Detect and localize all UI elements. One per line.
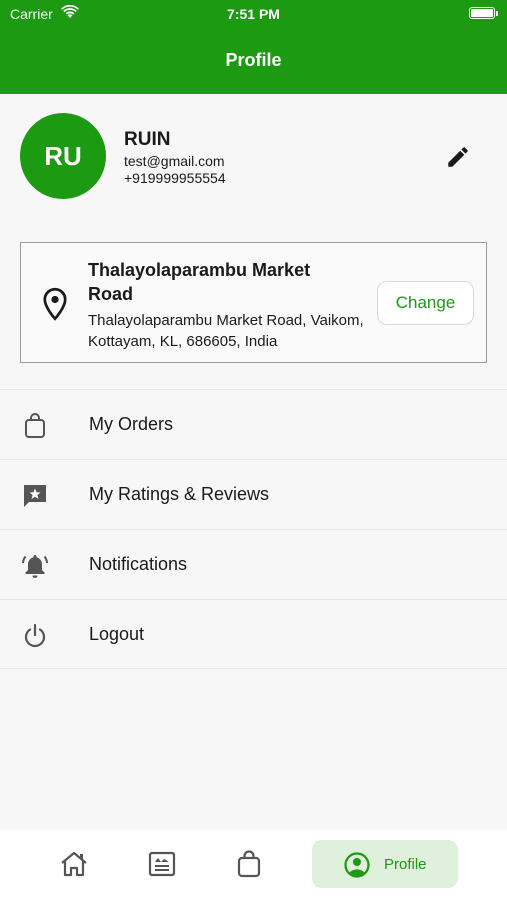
profile-icon xyxy=(344,852,370,878)
nav-label-profile: Profile xyxy=(384,856,427,873)
profile-phone: +919999955554 xyxy=(124,170,226,186)
profile-summary: RU RUIN test@gmail.com +919999955554 xyxy=(0,112,507,202)
edit-pencil-icon[interactable] xyxy=(445,144,471,170)
profile-menu: My Orders My Ratings & Reviews Notificat… xyxy=(0,389,507,669)
menu-label: Notifications xyxy=(89,554,188,574)
battery-icon xyxy=(469,7,498,19)
profile-name: RUIN xyxy=(124,129,171,150)
home-icon[interactable] xyxy=(59,849,89,879)
news-icon[interactable] xyxy=(147,849,177,879)
bag-icon xyxy=(25,413,45,438)
avatar: RU xyxy=(20,113,106,199)
profile-email: test@gmail.com xyxy=(124,153,225,169)
address-card: Thalayolaparambu Market Road Thalayolapa… xyxy=(20,242,487,363)
menu-item-logout[interactable]: Logout xyxy=(0,599,507,669)
menu-label: Logout xyxy=(89,624,145,644)
review-icon xyxy=(24,485,46,507)
bottom-navigation: Profile xyxy=(0,830,507,900)
app-header: Carrier 7:51 PM Profile xyxy=(0,0,507,94)
status-bar: Carrier 7:51 PM xyxy=(0,0,507,28)
menu-item-ratings-reviews[interactable]: My Ratings & Reviews xyxy=(0,459,507,529)
page-title: Profile xyxy=(225,50,282,70)
menu-label: My Ratings & Reviews xyxy=(89,484,270,504)
change-address-button[interactable]: Change xyxy=(377,281,474,325)
menu-label: My Orders xyxy=(89,414,174,434)
bag-icon[interactable] xyxy=(234,849,264,879)
address-text: Thalayolaparambu Market Road, Vaikom, Ko… xyxy=(88,312,364,350)
power-icon xyxy=(24,623,46,648)
status-time: 7:51 PM xyxy=(227,6,280,22)
menu-item-my-orders[interactable]: My Orders xyxy=(0,389,507,459)
menu-item-notifications[interactable]: Notifications xyxy=(0,529,507,599)
nav-item-profile[interactable]: Profile xyxy=(312,840,458,888)
location-pin-icon xyxy=(43,287,67,321)
address-title: Thalayolaparambu Market Road xyxy=(88,260,311,304)
bell-icon xyxy=(22,555,48,578)
